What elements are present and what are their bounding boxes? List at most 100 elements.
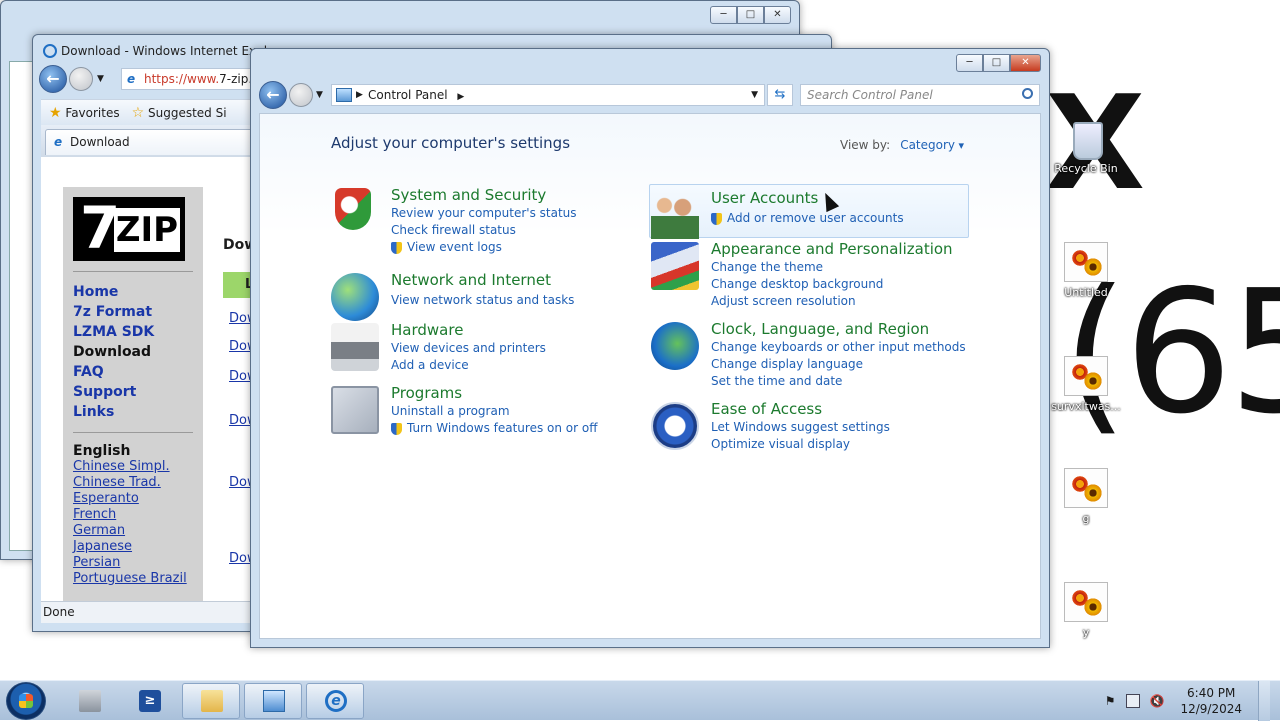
category-link[interactable]: Add or remove user accounts xyxy=(711,211,904,225)
refresh-button[interactable]: ⇆ xyxy=(767,84,793,106)
start-button[interactable] xyxy=(6,682,46,720)
category-title[interactable]: Network and Internet xyxy=(391,271,551,289)
printer-icon[interactable] xyxy=(331,323,379,371)
taskbar-server-manager[interactable] xyxy=(60,683,118,719)
suggested-sites-label: Suggested Si xyxy=(148,105,227,120)
search-placeholder: Search Control Panel xyxy=(807,88,933,102)
category-link[interactable]: Uninstall a program xyxy=(391,404,510,418)
language-link[interactable]: French xyxy=(73,507,193,523)
maximize-button[interactable]: □ xyxy=(737,6,764,24)
ie-navigation: ← ▼ xyxy=(39,65,104,93)
category-link[interactable]: View event logs xyxy=(391,240,502,254)
maximize-button[interactable]: □ xyxy=(983,54,1010,72)
category-title[interactable]: Appearance and Personalization xyxy=(711,240,953,258)
recent-pages-dropdown-icon[interactable]: ▼ xyxy=(97,74,104,84)
category-link[interactable]: Optimize visual display xyxy=(711,437,850,451)
control-panel-window[interactable]: ─ □ ✕ ← ▼ ▶ Control Panel ▶ ▼ ⇆ Search C… xyxy=(250,48,1050,648)
site-sidebar: 7 ZIP Home 7z Format LZMA SDK Download FA… xyxy=(63,187,203,601)
forward-button[interactable] xyxy=(69,67,93,91)
view-by: View by: Category xyxy=(840,138,964,152)
category-link[interactable]: Turn Windows features on or off xyxy=(391,421,598,435)
category-link[interactable]: View network status and tasks xyxy=(391,293,574,307)
language-link[interactable]: German xyxy=(73,523,193,539)
7zip-logo[interactable]: 7 ZIP xyxy=(73,194,185,262)
system-tray: ⚑ 🔇 6:40 PM 12/9/2024 xyxy=(1105,681,1270,721)
users-icon[interactable] xyxy=(651,191,699,239)
shield-icon[interactable] xyxy=(335,188,371,230)
show-desktop-button[interactable] xyxy=(1258,681,1270,721)
language-link[interactable]: Portuguese Brazil xyxy=(73,571,193,587)
network-icon[interactable] xyxy=(1125,694,1140,708)
back-button[interactable]: ← xyxy=(259,81,287,109)
category-link[interactable]: Set the time and date xyxy=(711,374,842,388)
language-link[interactable]: Esperanto xyxy=(73,491,193,507)
search-icon[interactable] xyxy=(1022,88,1033,99)
language-link[interactable]: Japanese xyxy=(73,539,193,555)
category-link[interactable]: View devices and printers xyxy=(391,341,546,355)
back-button[interactable]: ← xyxy=(39,65,67,93)
category-link[interactable]: Change display language xyxy=(711,357,863,371)
server-manager-icon xyxy=(79,690,101,712)
nav-link-links[interactable]: Links xyxy=(73,402,193,422)
globe-icon[interactable] xyxy=(331,273,379,321)
language-link[interactable]: Persian xyxy=(73,555,193,571)
recent-pages-dropdown-icon[interactable]: ▼ xyxy=(316,90,323,100)
category-title[interactable]: Ease of Access xyxy=(711,400,822,418)
minimize-button[interactable]: ─ xyxy=(956,54,983,72)
taskbar-internet-explorer[interactable]: e xyxy=(306,683,364,719)
tab-download[interactable]: Download xyxy=(45,129,265,155)
breadcrumb-chevron-icon[interactable]: ▶ xyxy=(356,85,363,105)
search-input[interactable]: Search Control Panel xyxy=(800,84,1040,106)
desktop-icon-untitled[interactable]: Untitled xyxy=(1046,242,1126,299)
nav-link-support[interactable]: Support xyxy=(73,382,193,402)
favorites-button[interactable]: ★ Favorites xyxy=(49,105,120,121)
minimize-button[interactable]: ─ xyxy=(710,6,737,24)
taskbar-control-panel[interactable] xyxy=(244,683,302,719)
category-link[interactable]: Change desktop background xyxy=(711,277,883,291)
nav-link-7z-format[interactable]: 7z Format xyxy=(73,302,193,322)
nav-link-faq[interactable]: FAQ xyxy=(73,362,193,382)
close-button[interactable]: ✕ xyxy=(764,6,791,24)
volume-muted-icon[interactable]: 🔇 xyxy=(1150,694,1165,708)
category-title[interactable]: Hardware xyxy=(391,321,463,339)
taskbar: ≥ e ⚑ 🔇 6:40 PM 12/9/2024 xyxy=(0,680,1280,721)
category-title[interactable]: User Accounts xyxy=(711,189,818,207)
taskbar-explorer[interactable] xyxy=(182,683,240,719)
category-title[interactable]: Clock, Language, and Region xyxy=(711,320,929,338)
image-file-icon xyxy=(1064,242,1108,282)
category-link[interactable]: Change the theme xyxy=(711,260,823,274)
category-title[interactable]: System and Security xyxy=(391,186,546,204)
action-center-flag-icon[interactable]: ⚑ xyxy=(1105,694,1116,708)
language-link[interactable]: Chinese Simpl. xyxy=(73,459,193,475)
desktop-icon-survxltwas[interactable]: survxltwas... xyxy=(1046,356,1126,413)
clock[interactable]: 6:40 PM 12/9/2024 xyxy=(1180,685,1242,717)
forward-button[interactable] xyxy=(289,83,313,107)
desktop-icon-g[interactable]: g xyxy=(1046,468,1126,525)
category-link[interactable]: Add a device xyxy=(391,358,469,372)
appearance-icon[interactable] xyxy=(651,242,699,290)
category-link[interactable]: Adjust screen resolution xyxy=(711,294,856,308)
category-link[interactable]: Review your computer's status xyxy=(391,206,577,220)
clock-globe-icon[interactable] xyxy=(651,322,699,370)
address-bar[interactable]: ▶ Control Panel ▶ ▼ xyxy=(331,84,765,106)
nav-link-lzma-sdk[interactable]: LZMA SDK xyxy=(73,322,193,342)
language-link[interactable]: Chinese Trad. xyxy=(73,475,193,491)
desktop-icon-label: y xyxy=(1082,626,1090,639)
ease-of-access-icon[interactable] xyxy=(651,402,699,450)
desktop-icon-y[interactable]: y xyxy=(1046,582,1126,639)
suggested-sites-button[interactable]: ☆ Suggested Si xyxy=(132,105,227,121)
category-link[interactable]: Change keyboards or other input methods xyxy=(711,340,966,354)
category-link[interactable]: Let Windows suggest settings xyxy=(711,420,890,434)
breadcrumb-chevron-icon[interactable]: ▶ xyxy=(457,92,464,102)
category-link[interactable]: Check firewall status xyxy=(391,223,516,237)
close-button[interactable]: ✕ xyxy=(1010,54,1041,72)
address-dropdown-icon[interactable]: ▼ xyxy=(751,85,758,105)
taskbar-powershell[interactable]: ≥ xyxy=(120,683,178,719)
desktop-icon-recycle-bin[interactable]: Recycle Bin xyxy=(1046,118,1126,175)
breadcrumb-control-panel[interactable]: Control Panel xyxy=(368,88,448,102)
divider xyxy=(73,271,193,272)
programs-icon[interactable] xyxy=(331,386,379,434)
nav-link-home[interactable]: Home xyxy=(73,282,193,302)
category-title[interactable]: Programs xyxy=(391,384,462,402)
view-by-dropdown[interactable]: Category xyxy=(900,138,964,152)
